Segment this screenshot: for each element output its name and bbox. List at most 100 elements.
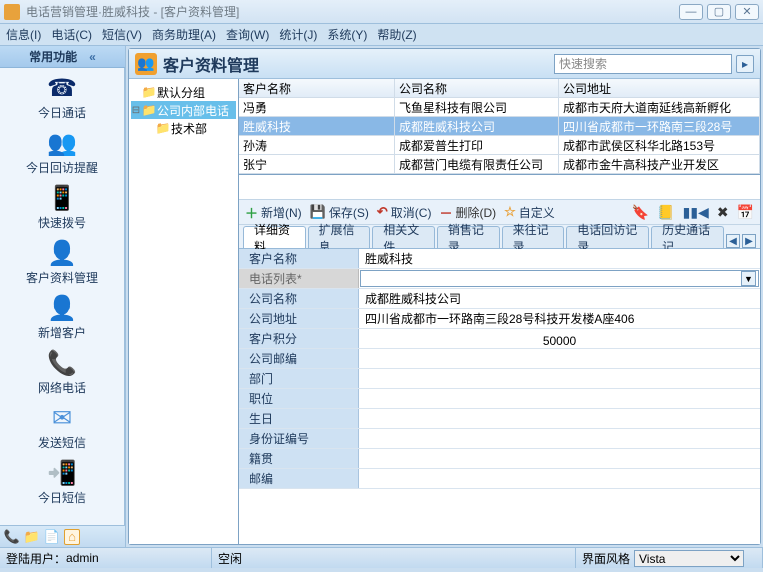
sidebar-item-icon: 👤 [46, 294, 78, 322]
sidebar-item-6[interactable]: ✉ 发送短信 [0, 404, 124, 451]
menu-phone[interactable]: 电话(C) [51, 26, 92, 43]
menu-help[interactable]: 帮助(Z) [377, 26, 416, 43]
delete-icon[interactable]: ✖ [717, 204, 729, 221]
detail-value[interactable]: 50000 [359, 329, 760, 348]
detail-value[interactable] [359, 409, 760, 428]
detail-value[interactable]: 胜威科技 [359, 249, 760, 268]
menu-info[interactable]: 信息(I) [6, 26, 41, 43]
plus-icon: ＋ [245, 203, 258, 222]
chevron-down-icon: ▼ [741, 271, 756, 286]
minimize-button[interactable]: — [679, 4, 703, 20]
phone-list-dropdown[interactable]: ▼ [360, 270, 759, 287]
search-go-button[interactable]: ▸ [736, 55, 754, 73]
content-header: 👥 客户资料管理 ▸ [129, 49, 760, 79]
detail-row-11: 邮编 [239, 469, 760, 489]
maximize-button[interactable]: ▢ [707, 4, 731, 20]
detail-value[interactable]: 成都胜威科技公司 [359, 289, 760, 308]
tree-item-2[interactable]: 📁技术部 [131, 119, 236, 137]
sidebar-header[interactable]: 常用功能 « [0, 46, 125, 68]
sidebar-item-label: 发送短信 [38, 434, 86, 451]
detail-label: 客户名称 [239, 249, 359, 268]
tab-6[interactable]: 历史通话记 [651, 226, 724, 248]
app-icon [4, 4, 20, 20]
detail-label: 籍贯 [239, 449, 359, 468]
table-row[interactable]: 孙涛成都爱普生打印成都市武侯区科华北路153号 [239, 136, 760, 155]
detail-label: 电话列表* [239, 269, 359, 288]
content: 👥 客户资料管理 ▸ 📁默认分组⊟📁公司内部电话 📁技术部 客户名称公司名称公司… [128, 48, 761, 545]
sidebar-item-7[interactable]: 📲今日短信 [0, 459, 124, 506]
status-user-label: 登陆用户： [6, 550, 66, 567]
detail-value[interactable] [359, 429, 760, 448]
detail-value[interactable] [359, 369, 760, 388]
detail-label: 职位 [239, 389, 359, 408]
detail-value[interactable] [359, 449, 760, 468]
grid-cell: 冯勇 [239, 98, 395, 116]
tab-0[interactable]: 详细资料 [243, 226, 306, 248]
detail-label: 邮编 [239, 469, 359, 488]
table-row[interactable]: 胜威科技成都胜威科技公司四川省成都市一环路南三段28号 [239, 117, 760, 136]
menu-stats[interactable]: 统计(J) [279, 26, 317, 43]
tab-prev-button[interactable]: ◀ [726, 234, 740, 248]
footer-phone-icon[interactable]: 📞 [4, 529, 20, 545]
close-button[interactable]: ✕ [735, 4, 759, 20]
custom-button[interactable]: ☆自定义 [504, 204, 555, 221]
sidebar-item-1[interactable]: 👥今日回访提醒 [0, 129, 124, 176]
folder-icon: 📁 [141, 103, 157, 117]
tab-1[interactable]: 扩展信息 [308, 226, 371, 248]
footer-folder-icon[interactable]: 📁 [24, 529, 40, 545]
detail-row-4: 客户积分50000 [239, 329, 760, 349]
grid-cell: 孙涛 [239, 136, 395, 154]
sidebar-item-4[interactable]: 👤新增客户 [0, 294, 124, 341]
status-style-select[interactable]: Vista [634, 550, 744, 567]
tab-5[interactable]: 电话回访记录 [566, 226, 649, 248]
sidebar-item-icon: ✉ [46, 404, 78, 432]
sidebar-item-0[interactable]: ☎今日通话 [0, 74, 124, 121]
book-icon[interactable]: 📒 [657, 204, 674, 221]
folder-icon: 📁 [155, 121, 171, 135]
detail-row-3: 公司地址四川省成都市一环路南三段28号科技开发楼A座406 [239, 309, 760, 329]
detail-value[interactable] [359, 469, 760, 488]
detail-value[interactable] [359, 349, 760, 368]
delete-button[interactable]: －删除(D) [439, 203, 496, 222]
tab-4[interactable]: 来往记录 [502, 226, 565, 248]
tree-item-label: 技术部 [171, 120, 207, 137]
pause-icon[interactable]: ▮▮◀ [683, 204, 709, 221]
search-input[interactable] [554, 54, 732, 74]
sidebar-item-5[interactable]: 📞网络电话 [0, 349, 124, 396]
grid-header-cell[interactable]: 公司地址 [559, 79, 760, 97]
detail-value[interactable]: 四川省成都市一环路南三段28号科技开发楼A座406 [359, 309, 760, 328]
menu-sms[interactable]: 短信(V) [102, 26, 142, 43]
sidebar-item-icon: 👥 [46, 129, 78, 157]
tree-item-1[interactable]: ⊟📁公司内部电话 [131, 101, 236, 119]
sidebar-item-icon: 📱 [46, 184, 78, 212]
undo-button[interactable]: ↶取消(C) [377, 204, 432, 221]
titlebar: 电话营销管理·胜威科技 - [客户资料管理] — ▢ ✕ [0, 0, 763, 24]
menu-system[interactable]: 系统(Y) [327, 26, 367, 43]
sidebar-item-3[interactable]: 👤客户资料管理 [0, 239, 124, 286]
menu-query[interactable]: 查询(W) [226, 26, 269, 43]
grid-header-cell[interactable]: 客户名称 [239, 79, 395, 97]
tab-3[interactable]: 销售记录 [437, 226, 500, 248]
tab-next-button[interactable]: ▶ [742, 234, 756, 248]
calendar-icon[interactable]: 📅 [737, 204, 754, 221]
sidebar-item-2[interactable]: 📱快速拨号 [0, 184, 124, 231]
detail-label: 身份证编号 [239, 429, 359, 448]
toolbar-right-icons: 🔖 📒 ▮▮◀ ✖ 📅 [632, 204, 754, 221]
table-row[interactable]: 冯勇飞鱼星科技有限公司成都市天府大道南延线高新孵化 [239, 98, 760, 117]
detail-value[interactable] [359, 389, 760, 408]
footer-doc-icon[interactable]: 📄 [44, 529, 60, 545]
add-button[interactable]: ＋新增(N) [245, 203, 302, 222]
status-idle-label: 空闲 [218, 550, 242, 567]
detail-row-0: 客户名称胜威科技 [239, 249, 760, 269]
tree-item-0[interactable]: 📁默认分组 [131, 83, 236, 101]
save-button[interactable]: 💾保存(S) [310, 204, 369, 221]
table-row[interactable]: 张宁成都营门电缆有限责任公司成都市金牛高科技产业开发区 [239, 155, 760, 174]
tab-2[interactable]: 相关文件 [372, 226, 435, 248]
tag-icon[interactable]: 🔖 [632, 204, 649, 221]
star-icon: ☆ [504, 204, 516, 220]
grid-header-cell[interactable]: 公司名称 [395, 79, 559, 97]
detail-row-1: 电话列表* ▼ [239, 269, 760, 289]
tree-expander-icon[interactable]: ⊟ [131, 105, 141, 116]
menu-assistant[interactable]: 商务助理(A) [152, 26, 216, 43]
footer-home-icon[interactable]: ⌂ [64, 529, 80, 545]
